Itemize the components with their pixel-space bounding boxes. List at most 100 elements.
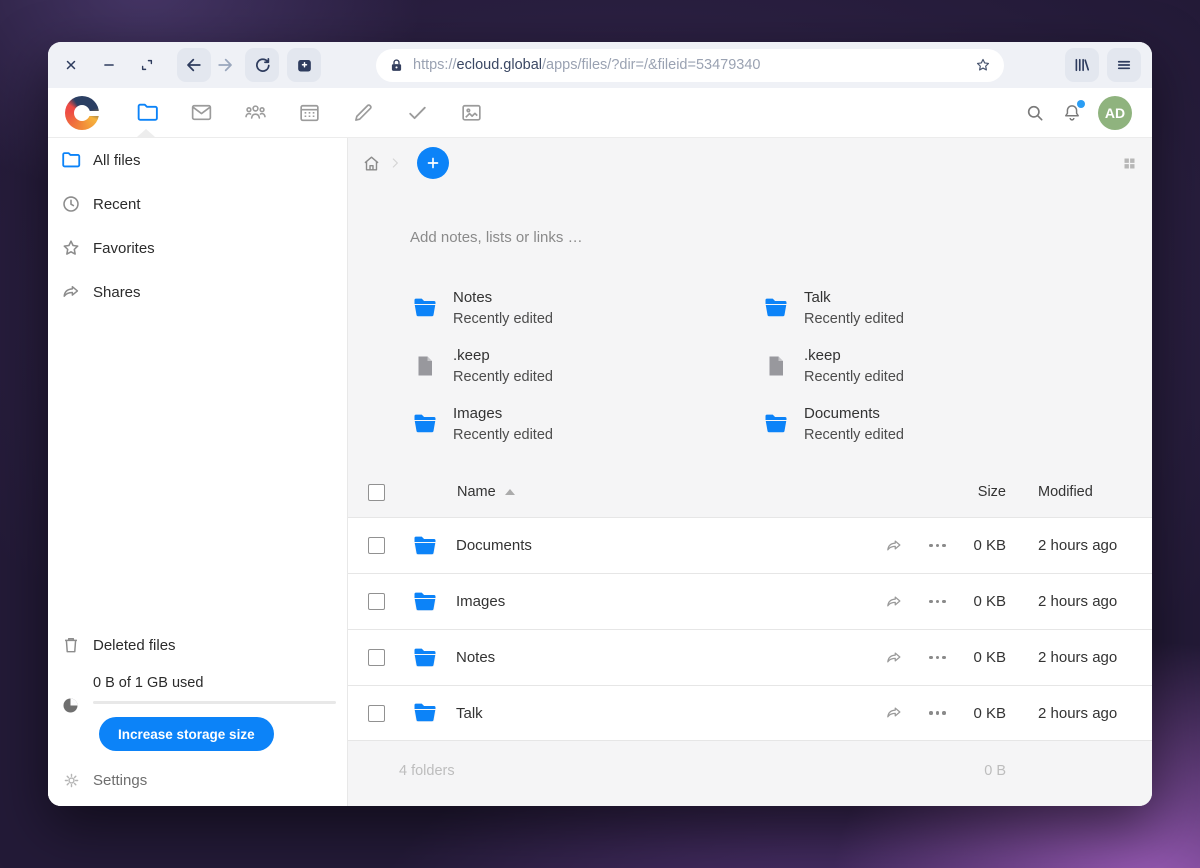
sidebar-item-deleted-files[interactable]: Deleted files [48,623,347,667]
recommended-file-name: Notes [453,286,553,309]
window-maximize-button[interactable] [135,53,159,77]
calendar-icon [297,100,322,125]
workspace-input[interactable]: Add notes, lists or links … [410,228,1152,248]
forward-arrow-icon [215,55,235,75]
actions-menu-button[interactable] [914,711,961,715]
recommended-file-name: Talk [804,286,904,309]
column-header-name[interactable]: Name [457,484,874,500]
table-row[interactable]: Notes 0 KB 2 hours ago [348,629,1152,685]
select-all-checkbox[interactable] [368,484,385,501]
share-icon[interactable] [874,703,914,723]
sidebar-bottom: Deleted files 0 B of 1 GB used Increase … [48,623,347,806]
trash-icon [59,633,83,657]
reload-button[interactable] [245,48,279,82]
folder-count: 4 folders [399,763,455,806]
row-checkbox[interactable] [368,705,385,722]
app-nav-notes[interactable] [343,93,383,133]
sidebar-item-shares[interactable]: Shares [48,270,347,314]
app-nav-files[interactable] [127,93,167,133]
breadcrumb [348,138,1152,186]
pencil-icon [351,100,376,125]
back-arrow-icon [184,55,204,75]
add-new-button[interactable] [417,147,449,179]
increase-storage-button[interactable]: Increase storage size [99,717,274,751]
column-header-modified[interactable]: Modified [1021,484,1152,500]
minimize-icon [102,58,116,72]
url-scheme: https:// [413,57,457,73]
chevron-right-icon [387,155,403,171]
browser-window: https://ecloud.global/apps/files/?dir=/&… [48,42,1152,806]
sidebar-item-recent[interactable]: Recent [48,182,347,226]
app-nav-photos[interactable] [451,93,491,133]
actions-menu-button[interactable] [914,600,961,604]
recommended-file-name: .keep [453,344,553,367]
row-checkbox[interactable] [368,649,385,666]
file-name: Documents [456,537,532,554]
share-icon[interactable] [874,648,914,668]
recommended-file-subtitle: Recently edited [453,425,553,445]
window-minimize-button[interactable] [97,53,121,77]
url-path: /apps/files/?dir=/&fileid=53479340 [542,57,760,73]
library-button[interactable] [1065,48,1099,82]
recommended-file-card[interactable]: Notes Recently edited [410,286,761,329]
app-nav-calendar[interactable] [289,93,329,133]
menu-button[interactable] [1107,48,1141,82]
app-nav-tasks[interactable] [397,93,437,133]
folder-icon [411,532,439,560]
sidebar-item-favorites[interactable]: Favorites [48,226,347,270]
files-main: Add notes, lists or links … Notes Recent… [348,138,1152,806]
recommended-file-subtitle: Recently edited [453,309,553,329]
ecloud-logo[interactable] [65,96,99,130]
gear-icon [59,768,83,792]
row-checkbox[interactable] [368,537,385,554]
breadcrumb-home-button[interactable] [361,153,382,174]
table-row[interactable]: Documents 0 KB 2 hours ago [348,517,1152,573]
sidebar-item-label: Settings [93,772,147,789]
folder-icon [761,409,791,439]
actions-menu-button[interactable] [914,544,961,548]
search-button[interactable] [1024,102,1046,124]
file-modified: 2 hours ago [1021,649,1152,666]
column-header-size[interactable]: Size [961,484,1021,500]
close-icon [64,58,78,72]
total-size: 0 B [984,763,1006,806]
plus-icon [424,154,442,172]
row-checkbox[interactable] [368,593,385,610]
storage-quota: 0 B of 1 GB used [48,667,347,704]
back-button[interactable] [177,48,211,82]
table-row[interactable]: Talk 0 KB 2 hours ago [348,685,1152,741]
recommended-file-card[interactable]: Documents Recently edited [761,402,1112,445]
grid-view-toggle[interactable] [1122,156,1137,171]
files-sidebar: All files Recent Favorites Shares Delete… [48,138,348,806]
app-nav-mail[interactable] [181,93,221,133]
sidebar-item-settings[interactable]: Settings [48,758,347,802]
actions-menu-button[interactable] [914,656,961,660]
address-bar[interactable]: https://ecloud.global/apps/files/?dir=/&… [376,49,1004,82]
recommended-file-card[interactable]: .keep Recently edited [761,344,1112,387]
sidebar-item-all-files[interactable]: All files [48,138,347,182]
recommended-file-card[interactable]: .keep Recently edited [410,344,761,387]
star-icon [59,236,83,260]
forward-button[interactable] [213,53,237,77]
table-row[interactable]: Images 0 KB 2 hours ago [348,573,1152,629]
folder-icon [411,588,439,616]
file-size: 0 KB [961,649,1021,666]
new-tab-button[interactable] [287,48,321,82]
window-close-button[interactable] [59,53,83,77]
recommended-file-card[interactable]: Images Recently edited [410,402,761,445]
folder-icon [410,293,440,323]
notifications-button[interactable] [1061,102,1083,124]
avatar[interactable]: AD [1098,96,1132,130]
url-text: https://ecloud.global/apps/files/?dir=/&… [413,57,760,73]
share-icon[interactable] [874,592,914,612]
menu-icon [1115,56,1133,74]
app-nav-contacts[interactable] [235,93,275,133]
folder-icon [410,409,440,439]
recommended-file-card[interactable]: Talk Recently edited [761,286,1112,329]
recommended-file-subtitle: Recently edited [804,367,904,387]
folder-icon [411,699,439,727]
search-icon [1024,102,1046,124]
recommended-files: Notes Recently edited Talk Recently edit… [410,286,1112,445]
share-icon[interactable] [874,536,914,556]
bookmark-star-icon[interactable] [974,56,992,74]
